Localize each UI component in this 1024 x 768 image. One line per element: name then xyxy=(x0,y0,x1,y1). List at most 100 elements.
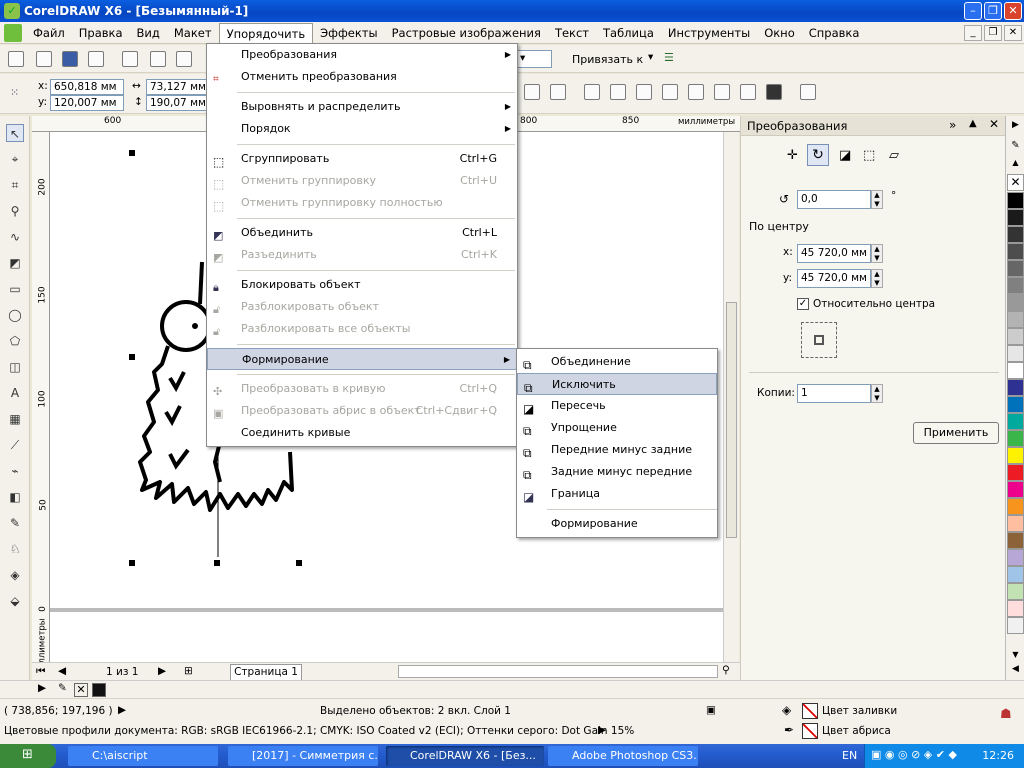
vertical-ruler[interactable]: 200 150 100 50 0 миллиметры xyxy=(32,132,50,676)
weld-shortcut-icon[interactable] xyxy=(524,84,540,100)
tray-icons[interactable]: ▣ ◉ ◎ ⊘ ◈ ✔ ◆ xyxy=(871,748,957,761)
center-x-spinner[interactable]: ▲ ▼ xyxy=(871,244,883,263)
submenu-intersect[interactable]: ◪ Пересечь xyxy=(517,395,717,417)
doc-restore-button[interactable]: ❐ xyxy=(984,25,1002,41)
connector-tool-icon[interactable]: ⌁ xyxy=(6,462,24,480)
rectangle-tool-icon[interactable]: ▭ xyxy=(6,280,24,298)
cut-icon[interactable] xyxy=(122,51,138,67)
outline-tool-icon[interactable]: ♘ xyxy=(6,540,24,558)
color-swatch[interactable] xyxy=(1007,498,1024,515)
color-swatch[interactable] xyxy=(1007,447,1024,464)
color-swatch[interactable] xyxy=(1007,396,1024,413)
shape-tool-icon[interactable]: ⌖ xyxy=(6,150,24,168)
maximize-button[interactable]: ❐ xyxy=(984,2,1002,20)
front-minus-back-shortcut-icon[interactable] xyxy=(636,84,652,100)
palette-flyout-icon[interactable]: ▶ xyxy=(38,682,46,694)
print-icon[interactable] xyxy=(88,51,104,67)
color-swatch[interactable] xyxy=(1007,328,1024,345)
menu-item-group[interactable]: ⬚ Сгруппировать Ctrl+G xyxy=(207,148,517,170)
zoom-dropdown[interactable]: ▾ xyxy=(516,50,552,68)
basic-shapes-tool-icon[interactable]: ◫ xyxy=(6,358,24,376)
rotate-mode-icon[interactable]: ↻ xyxy=(807,144,829,166)
color-swatch[interactable] xyxy=(1007,600,1024,617)
new-icon[interactable] xyxy=(8,51,24,67)
text-tool-icon[interactable]: A xyxy=(6,384,24,402)
copy-icon[interactable] xyxy=(150,51,166,67)
color-swatch[interactable] xyxy=(1007,209,1024,226)
menu-effects[interactable]: Эффекты xyxy=(313,23,385,43)
menu-edit[interactable]: Правка xyxy=(72,23,130,43)
palette-eyedropper-icon[interactable]: ✎ xyxy=(1008,140,1023,155)
eyedropper-icon[interactable]: ✎ xyxy=(58,682,67,694)
color-swatch[interactable] xyxy=(1007,617,1024,634)
submenu-trim[interactable]: ⧉ Исключить xyxy=(517,373,717,395)
relative-center-checkbox[interactable]: ✓ xyxy=(797,298,809,310)
snap-to-label[interactable]: Привязать к xyxy=(572,53,643,66)
apply-button[interactable]: Применить xyxy=(913,422,999,444)
menu-item-convert-outline[interactable]: ▣ Преобразовать абрис в объект Ctrl+Сдвиг+… xyxy=(207,400,517,422)
angle-spinner[interactable]: ▲ ▼ xyxy=(871,190,883,209)
display-icon[interactable]: ▣ xyxy=(706,704,716,716)
user-icon[interactable]: ☗ xyxy=(1000,707,1012,722)
paste-icon[interactable] xyxy=(176,51,192,67)
snap-dropdown-arrow-icon[interactable]: ▾ xyxy=(648,51,653,63)
position-mode-icon[interactable]: ✛ xyxy=(787,148,798,163)
submenu-simplify[interactable]: ⧉ Упрощение xyxy=(517,417,717,439)
color-swatch[interactable] xyxy=(1007,379,1024,396)
options-icon[interactable]: ☰ xyxy=(664,51,680,67)
docker-collapse-icon[interactable]: ▲ xyxy=(969,118,977,129)
menu-arrange[interactable]: Упорядочить xyxy=(218,22,314,43)
document-icon[interactable] xyxy=(4,23,22,42)
menu-item-unlock-all[interactable]: 🔓︎ Разблокировать все объекты xyxy=(207,318,517,340)
size-mode-icon[interactable]: ⬚ xyxy=(863,148,875,163)
menu-item-lock-object[interactable]: 🔒︎ Блокировать объект xyxy=(207,274,517,296)
doc-minimize-button[interactable]: _ xyxy=(964,25,982,41)
center-y-field[interactable]: 45 720,0 мм xyxy=(797,269,871,288)
object-origin-icon[interactable]: ⁙ xyxy=(10,86,26,102)
align-distribute-icon[interactable] xyxy=(800,84,816,100)
menu-item-clear-transformations[interactable]: ⌗ Отменить преобразования xyxy=(207,66,517,88)
zoom-navigator-icon[interactable]: ⚲ xyxy=(722,664,730,676)
color-swatch[interactable] xyxy=(1007,243,1024,260)
submenu-shaping-docker[interactable]: Формирование xyxy=(517,513,717,535)
combine-shortcut-icon[interactable] xyxy=(740,84,756,100)
color-profiles-info[interactable]: Цветовые профили документа: RGB: sRGB IE… xyxy=(4,725,634,737)
no-fill-swatch[interactable]: ✕ xyxy=(74,683,88,697)
trim-shortcut-icon[interactable] xyxy=(550,84,566,100)
menu-file[interactable]: Файл xyxy=(26,23,72,43)
open-icon[interactable] xyxy=(36,51,52,67)
submenu-weld[interactable]: ⧉ Объединение xyxy=(517,351,717,373)
menu-item-transformations[interactable]: Преобразования ▶ xyxy=(207,44,517,66)
scale-mirror-mode-icon[interactable]: ◪ xyxy=(839,148,851,163)
color-swatch[interactable] xyxy=(1007,464,1024,481)
color-swatch[interactable] xyxy=(1007,260,1024,277)
save-icon[interactable] xyxy=(62,51,78,67)
minimize-button[interactable]: – xyxy=(964,2,982,20)
menu-item-align-distribute[interactable]: Выровнять и распределить ▶ xyxy=(207,96,517,118)
outline-color-swatch[interactable] xyxy=(802,723,818,739)
angle-field[interactable]: 0,0 xyxy=(797,190,871,209)
center-y-spinner[interactable]: ▲ ▼ xyxy=(871,269,883,288)
color-swatch[interactable] xyxy=(1007,515,1024,532)
eyedropper-tool-icon[interactable]: ✎ xyxy=(6,514,24,532)
copies-spinner[interactable]: ▲ ▼ xyxy=(871,384,883,403)
color-swatch[interactable] xyxy=(1007,566,1024,583)
menu-bitmaps[interactable]: Растровые изображения xyxy=(385,23,548,43)
palette-scroll-up-icon[interactable]: ▶ xyxy=(1008,120,1023,135)
height-field[interactable]: 190,07 мм xyxy=(146,95,208,111)
skew-mode-icon[interactable]: ▱ xyxy=(889,148,899,163)
center-x-field[interactable]: 45 720,0 мм xyxy=(797,244,871,263)
submenu-boundary[interactable]: ◪ Граница xyxy=(517,483,717,505)
close-button[interactable]: ✕ xyxy=(1004,2,1022,20)
table-tool-icon[interactable]: ▦ xyxy=(6,410,24,428)
no-color-swatch[interactable]: ✕ xyxy=(1007,174,1024,191)
anchor-grid[interactable] xyxy=(801,322,837,358)
zoom-tool-icon[interactable]: ⚲ xyxy=(6,202,24,220)
color-swatch[interactable] xyxy=(1007,583,1024,600)
back-minus-front-shortcut-icon[interactable] xyxy=(662,84,678,100)
color-swatch[interactable] xyxy=(1007,192,1024,209)
menu-item-ungroup[interactable]: ⬚ Отменить группировку Ctrl+U xyxy=(207,170,517,192)
fill-tool-icon[interactable]: ◈ xyxy=(6,566,24,584)
color-swatch[interactable] xyxy=(1007,277,1024,294)
menu-item-shaping[interactable]: Формирование ▶ xyxy=(207,348,517,370)
